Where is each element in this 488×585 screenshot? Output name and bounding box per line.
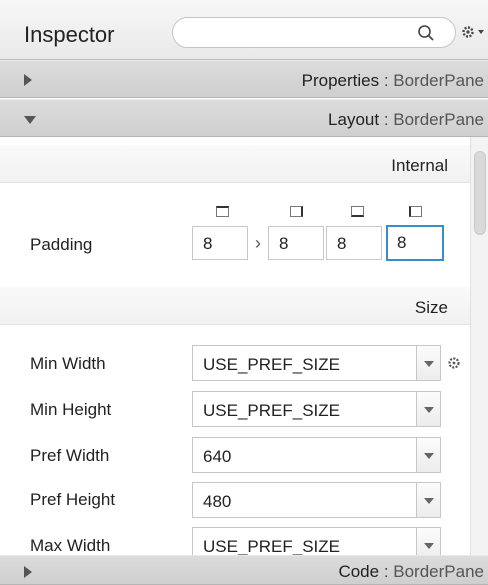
min-width-gear-icon[interactable] [447,356,461,370]
size-group-header: Size [0,287,470,325]
expand-arrow-icon [24,566,32,578]
padding-bottom-field[interactable]: 8 [326,226,382,260]
padding-top-field[interactable]: 8 [192,226,248,260]
padding-bottom-marker-icon [351,206,364,217]
inspector-header: Inspector [0,0,488,60]
min-width-combo[interactable]: USE_PREF_SIZE [192,345,417,381]
padding-left-marker-icon [409,206,422,217]
code-section-header[interactable]: Code : BorderPane [0,555,488,585]
max-width-combo[interactable]: USE_PREF_SIZE [192,527,417,555]
layout-section-header[interactable]: Layout : BorderPane [0,99,488,137]
internal-group-header: Internal [0,145,470,183]
properties-section-header[interactable]: Properties : BorderPane [0,60,488,98]
min-width-label: Min Width [30,354,106,373]
padding-left-field[interactable]: 8 [386,225,444,261]
padding-right-field[interactable]: 8 [268,226,324,260]
properties-section-label: Properties : BorderPane [301,71,484,90]
expand-arrow-icon [24,74,32,86]
padding-label: Padding [30,235,93,254]
scrollbar-thumb[interactable] [474,151,486,235]
layout-scrollbar[interactable] [470,137,488,555]
size-heading: Size [414,298,448,317]
padding-top-marker-icon [216,206,229,217]
pref-width-dropdown-button[interactable] [417,437,441,473]
max-width-label: Max Width [30,536,111,555]
layout-section-label: Layout : BorderPane [328,110,484,129]
search-icon [418,25,434,41]
code-section-label: Code : BorderPane [338,562,484,581]
padding-right-marker-icon [290,206,303,217]
pref-height-label: Pref Height [30,490,116,509]
max-width-dropdown-button[interactable] [417,527,441,555]
min-height-label: Min Height [30,400,112,419]
internal-heading: Internal [391,156,448,175]
min-width-dropdown-button[interactable] [417,345,441,381]
collapse-arrow-icon [24,116,36,124]
min-height-dropdown-button[interactable] [417,391,441,427]
layout-section-body: Internal Padding 8 › 8 8 8 Size Min Widt… [0,137,488,555]
settings-gear-icon[interactable] [461,24,487,40]
inspector-title: Inspector [24,22,115,47]
padding-link-chevron-icon[interactable]: › [255,233,261,254]
pref-height-combo[interactable]: 480 [192,482,417,518]
pref-width-combo[interactable]: 640 [192,437,417,473]
pref-height-dropdown-button[interactable] [417,482,441,518]
pref-width-label: Pref Width [30,446,110,465]
search-input[interactable] [172,17,456,48]
min-height-combo[interactable]: USE_PREF_SIZE [192,391,417,427]
